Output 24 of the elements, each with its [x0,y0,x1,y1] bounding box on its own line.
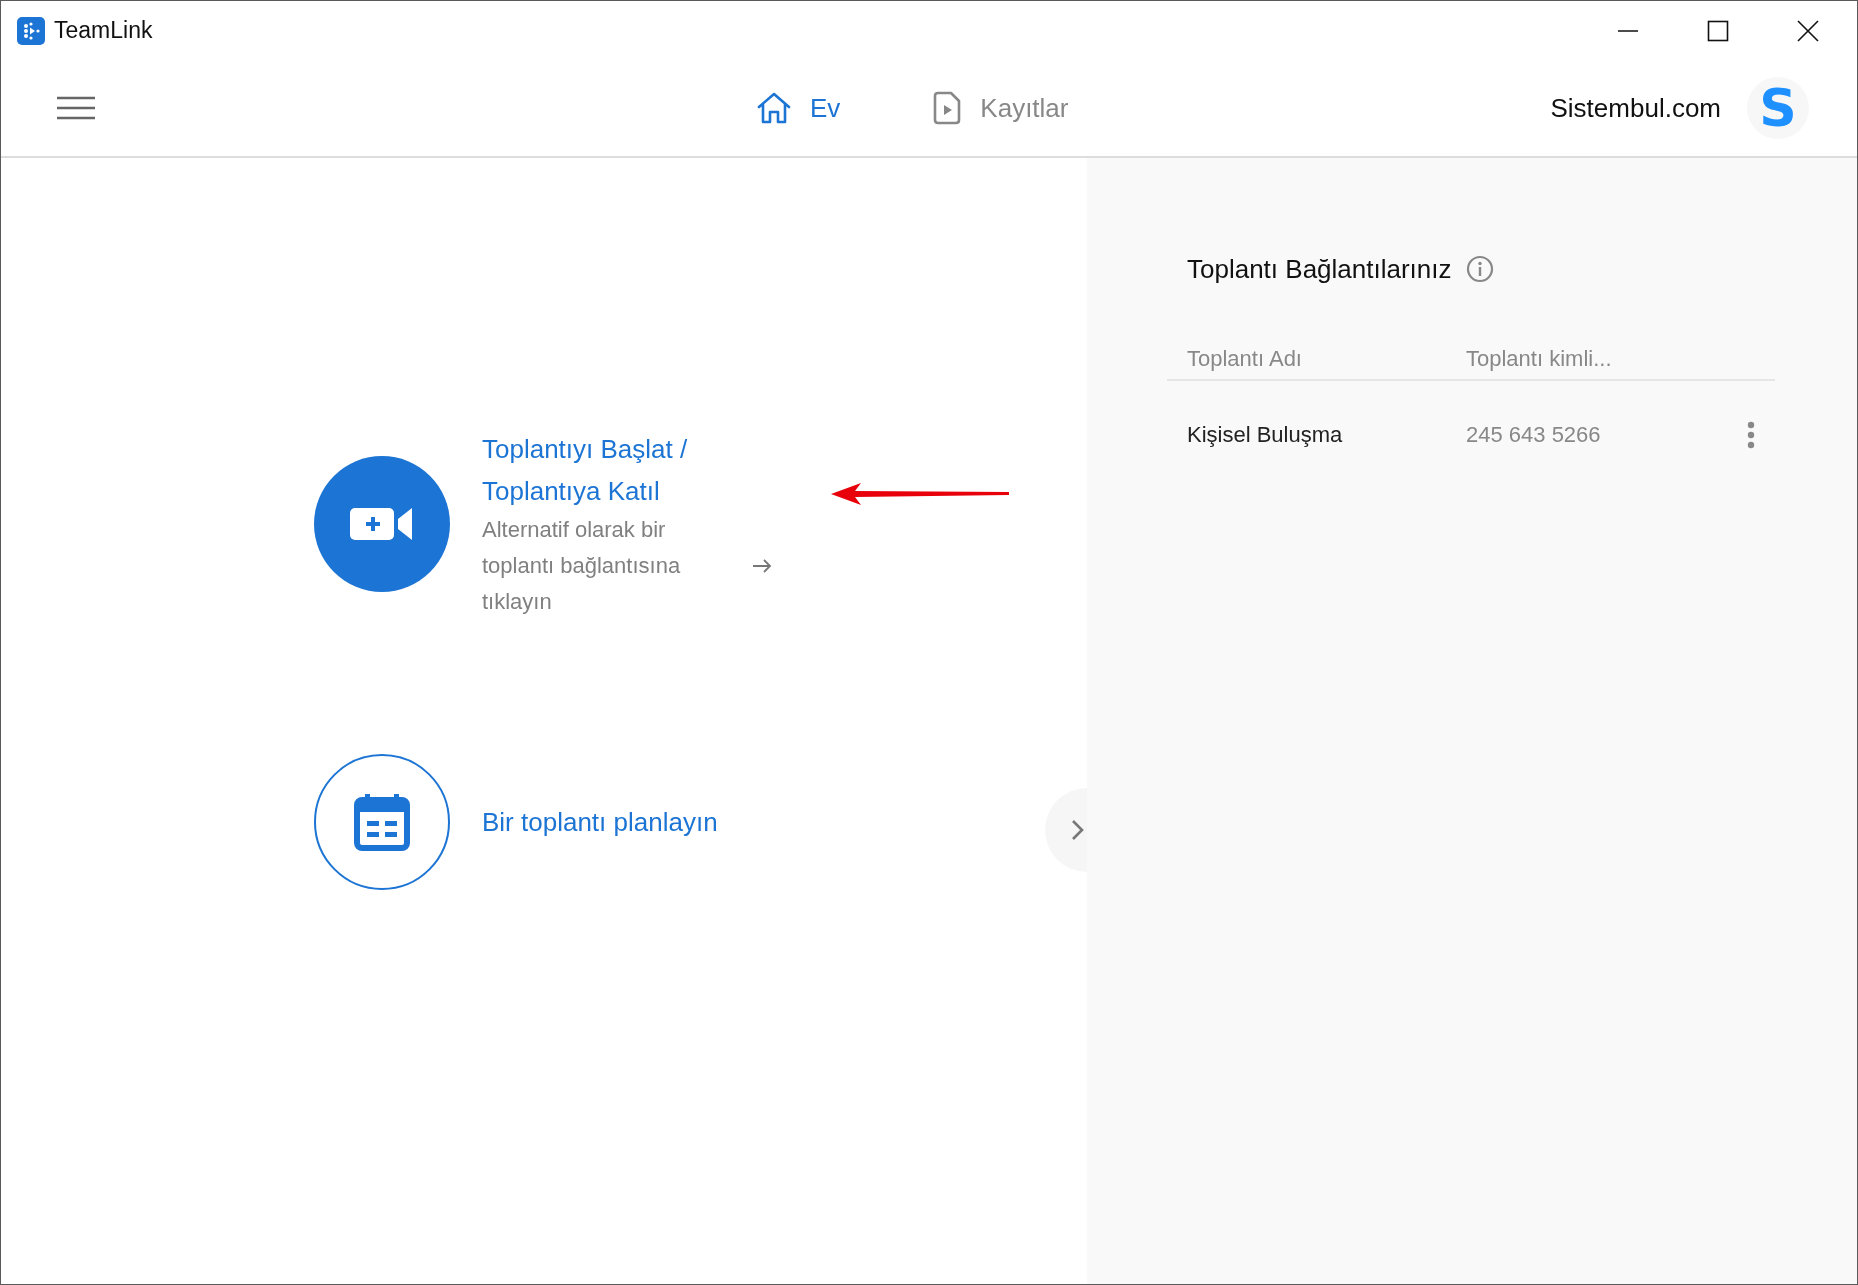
chevron-right-icon [1071,819,1085,841]
nav-tab[interactable]: Ev [756,91,841,125]
maximize-icon[interactable] [1707,19,1729,42]
menu-icon[interactable] [57,96,95,120]
action-link[interactable]: Toplantıyı Başlat / Toplantıya Katıl [482,428,732,512]
action-link[interactable]: Bir toplantı planlayın [482,801,718,843]
avatar[interactable]: S [1747,77,1809,139]
table-cell: 245 643 5266 [1466,422,1601,448]
info-icon[interactable] [1465,255,1494,283]
account-name: Sistembul.com [1550,92,1721,124]
column-header: Toplantı kimli... [1466,346,1612,372]
app-logo-icon [17,16,45,45]
action-description: Alternatif olarak bir toplantı bağlantısına tıklayın [482,516,682,616]
table-cell-text: Kişisel Buluşma [1187,422,1344,448]
window-title: TeamLink [54,17,153,44]
calendar-icon [354,793,410,851]
home-icon [756,91,792,125]
nav-tab[interactable]: Kayıtlar [932,91,1069,125]
panel-title: Toplantı Bağlantılarınız [1187,253,1452,285]
arrow-right-icon[interactable] [752,558,772,574]
play-file-icon [932,91,963,125]
more-options-icon[interactable] [1747,421,1755,449]
column-header: Toplantı Adı [1187,346,1303,372]
close-icon[interactable] [1797,19,1819,42]
